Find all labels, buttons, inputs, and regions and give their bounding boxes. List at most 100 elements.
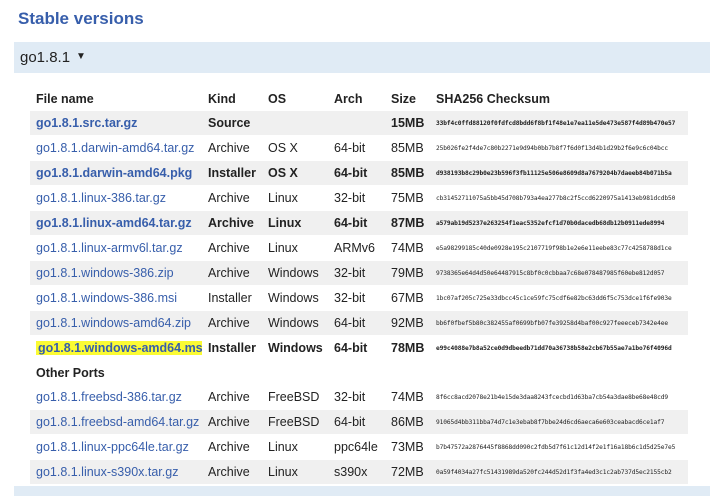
checksum-cell: 8f6cc8acd2078e21b4e15de3daa8243fcecbd1d6… [430,385,688,410]
file-download-link[interactable]: go1.8.1.linux-ppc64le.tar.gz [36,440,189,454]
file-download-link[interactable]: go1.8.1.freebsd-amd64.tar.gz [36,415,199,429]
arch-cell: 32-bit [328,385,385,410]
size-cell: 85MB [385,135,430,161]
checksum-cell: b7b47572a2876445f8868dd090c2fdb5d7f61c12… [430,434,688,460]
checksum-cell: e5a98299185c40de0928e195c2107719f98b1e2e… [430,235,688,261]
kind-cell: Archive [202,235,262,261]
file-name-cell: go1.8.1.src.tar.gz [30,111,202,136]
file-download-link[interactable]: go1.8.1.freebsd-386.tar.gz [36,390,182,404]
version-toggle[interactable]: go1.8.1 ▼ [14,42,710,73]
file-download-link[interactable]: go1.8.1.linux-armv6l.tar.gz [36,241,183,255]
checksum-cell: 91065d4bb311bba74d7c1e3ebab8f7bbe24d6cd6… [430,409,688,435]
file-name-cell: go1.8.1.darwin-amd64.tar.gz [30,135,202,161]
file-download-link[interactable]: go1.8.1.linux-amd64.tar.gz [36,216,192,230]
arch-cell: 64-bit [328,409,385,435]
file-name-cell: go1.8.1.darwin-amd64.pkg [30,160,202,186]
header-checksum: SHA256 Checksum [436,92,550,106]
kind-cell: Archive [202,385,262,410]
kind-cell: Source [202,111,262,136]
other-ports-heading-row: Other Ports [30,360,688,385]
version-label: go1.8.1 [20,49,71,66]
checksum-cell: a579ab19d5237e263254f1eac5352efcf1d70b0d… [430,210,688,236]
kind-cell: Archive [202,409,262,435]
downloads-table: File name Kind OS Arch Size SHA256 Check… [30,87,688,485]
size-cell: 87MB [385,210,430,236]
table-row: go1.8.1.linux-ppc64le.tar.gz Archive Linux… [30,434,688,460]
os-cell: Linux [262,434,328,460]
checksum-cell: 1bc07af205c725e33dbcc45c1ce59fc75cdf6e82… [430,285,688,311]
file-download-link[interactable]: go1.8.1.windows-386.zip [36,266,174,280]
file-download-link[interactable]: go1.8.1.darwin-amd64.tar.gz [36,141,194,155]
header-size: Size [391,92,417,106]
kind-cell: Archive [202,459,262,485]
table-row: go1.8.1.windows-386.msi Installer Windows 3… [30,285,688,311]
arch-cell: 32-bit [328,260,385,286]
file-name-cell: go1.8.1.freebsd-386.tar.gz [30,385,202,410]
table-row: go1.8.1.linux-armv6l.tar.gz Archive Linux A… [30,235,688,261]
size-cell: 74MB [385,385,430,410]
file-name-cell: go1.8.1.linux-ppc64le.tar.gz [30,434,202,460]
checksum-cell: d938193b8c29b0e23b596f3fb11125e506e8609d… [430,160,688,186]
os-cell [262,111,328,136]
os-cell: OS X [262,160,328,186]
arch-cell: 64-bit [328,160,385,186]
table-row: go1.8.1.linux-amd64.tar.gz Archive Linux 64… [30,210,688,236]
os-cell: Windows [262,310,328,336]
table-row: go1.8.1.linux-s390x.tar.gz Archive Linux s3… [30,459,688,485]
checksum-cell: 33bf4c0ffd88120f0fdfcd8bdd6f8bf1f48e1e7e… [430,111,688,136]
file-download-link[interactable]: go1.8.1.windows-386.msi [36,291,177,305]
arch-cell: ARMv6 [328,235,385,261]
size-cell: 72MB [385,459,430,485]
size-cell: 86MB [385,409,430,435]
header-kind: Kind [208,92,236,106]
file-download-link[interactable]: go1.8.1.darwin-amd64.pkg [36,166,192,180]
arch-cell: 32-bit [328,185,385,211]
arch-cell: 64-bit [328,310,385,336]
file-name-cell: go1.8.1.freebsd-amd64.tar.gz [30,409,202,435]
file-name-cell: go1.8.1.linux-s390x.tar.gz [30,459,202,485]
other-ports-heading: Other Ports [30,360,688,385]
kind-cell: Installer [202,285,262,311]
kind-cell: Archive [202,434,262,460]
os-cell: Windows [262,335,328,361]
file-download-link[interactable]: go1.8.1.windows-amd64.msi [36,341,202,355]
size-cell: 67MB [385,285,430,311]
file-name-cell: go1.8.1.windows-386.zip [30,260,202,286]
table-row: go1.8.1.windows-amd64.zip Archive Windows 6… [30,310,688,336]
size-cell: 73MB [385,434,430,460]
size-cell: 74MB [385,235,430,261]
arch-cell: 32-bit [328,285,385,311]
file-download-link[interactable]: go1.8.1.src.tar.gz [36,116,137,130]
arch-cell: 64-bit [328,210,385,236]
caret-down-icon: ▼ [76,51,86,62]
kind-cell: Archive [202,210,262,236]
table-row: go1.8.1.darwin-amd64.pkg Installer OS X 64-… [30,160,688,186]
page-title: Stable versions [18,9,144,28]
file-download-link[interactable]: go1.8.1.linux-s390x.tar.gz [36,465,178,479]
checksum-cell: e99c4088e7b8a52ce0d9dbeedb71dd70a36738b5… [430,335,688,361]
kind-cell: Archive [202,185,262,211]
header-file-name: File name [36,92,94,106]
table-row: go1.8.1.windows-amd64.msi Installer Window… [30,335,688,361]
next-section-bar[interactable] [14,486,710,496]
arch-cell: 64-bit [328,335,385,361]
checksum-cell: cb31452711075a5bb45d708b793a4ea277b8c2f5… [430,185,688,211]
kind-cell: Archive [202,260,262,286]
file-download-link[interactable]: go1.8.1.linux-386.tar.gz [36,191,166,205]
file-name-cell: go1.8.1.linux-amd64.tar.gz [30,210,202,236]
size-cell: 78MB [385,335,430,361]
arch-cell: ppc64le [328,434,385,460]
kind-cell: Installer [202,160,262,186]
os-cell: Windows [262,260,328,286]
kind-cell: Archive [202,310,262,336]
arch-cell: s390x [328,459,385,485]
file-name-cell: go1.8.1.windows-386.msi [30,285,202,311]
file-name-cell: go1.8.1.windows-amd64.zip [30,310,202,336]
table-row: go1.8.1.darwin-amd64.tar.gz Archive OS X 64… [30,135,688,161]
file-download-link[interactable]: go1.8.1.windows-amd64.zip [36,316,191,330]
os-cell: FreeBSD [262,409,328,435]
os-cell: Windows [262,285,328,311]
size-cell: 15MB [385,111,430,136]
table-header-row: File name Kind OS Arch Size SHA256 Check… [30,87,688,111]
os-cell: Linux [262,235,328,261]
